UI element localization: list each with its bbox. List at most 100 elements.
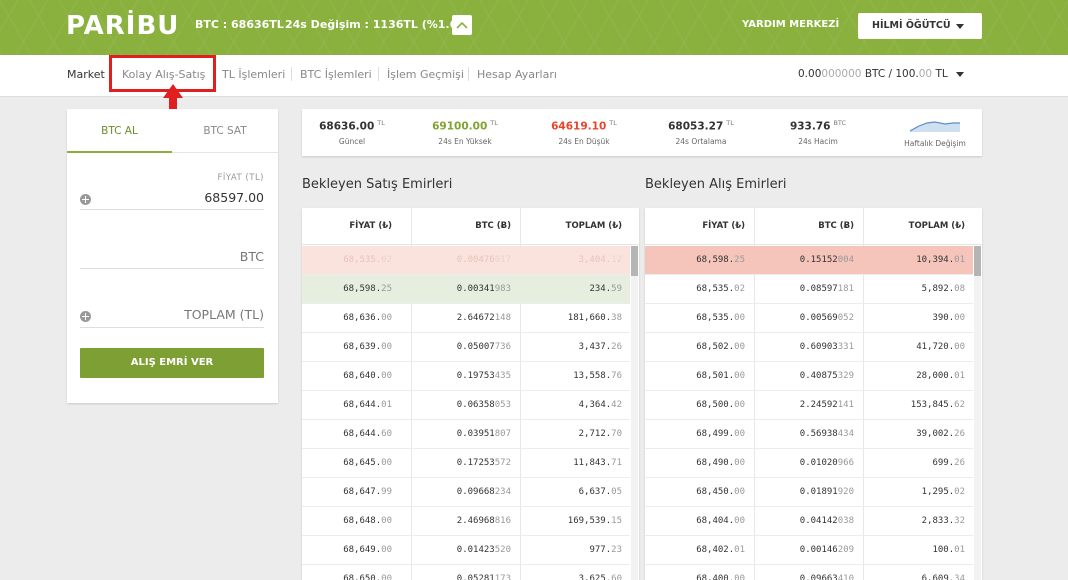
btc-cell: 0.60903331 (799, 342, 854, 352)
tab-btc-sell[interactable]: BTC SAT (172, 109, 278, 153)
table-row[interactable]: 68,450.00 0.01891920 1,295.02 (645, 478, 973, 507)
table-row[interactable]: 68,640.00 0.19753435 13,558.76 (302, 362, 630, 391)
table-row[interactable]: 68,502.00 0.60903331 41,720.00 (645, 333, 973, 362)
help-center-link[interactable]: YARDIM MERKEZİ (742, 19, 839, 30)
sparkline-icon (909, 121, 960, 132)
scrollbar-thumb[interactable] (631, 246, 638, 276)
price-cell: 68,501.00 (696, 371, 745, 381)
total-cell: 3,625.60 (578, 574, 622, 580)
table-row[interactable]: 68,650.00 0.05281173 3,625.60 (302, 565, 630, 580)
btc-cell: 0.19753435 (456, 371, 511, 381)
user-name: HİLMİ ÖĞÜTCÜ (872, 20, 951, 31)
btc-cell: 0.56938434 (799, 429, 854, 439)
table-row[interactable]: 68,645.00 0.17253572 11,843.71 (302, 449, 630, 478)
table-row[interactable]: 68,535.02 0.08597181 5,892.08 (645, 275, 973, 304)
stat-24h-volume: 933.76 BTC 24s Hacim (768, 119, 868, 146)
table-row[interactable]: 68,636.00 2.64672148 181,660.38 (302, 304, 630, 333)
column-price[interactable]: FİYAT (₺) (349, 221, 392, 231)
scrollbar[interactable] (631, 246, 638, 580)
plus-icon[interactable] (80, 194, 91, 205)
table-row[interactable]: 68,639.00 0.05007736 3,437.26 (302, 333, 630, 362)
table-header: FİYAT (₺) BTC (Ƀ) TOPLAM (₺) (645, 208, 982, 245)
column-total[interactable]: TOPLAM (₺) (566, 221, 622, 231)
btc-cell: 0.09663410 (799, 574, 854, 580)
caret-down-icon (956, 24, 964, 29)
column-price[interactable]: FİYAT (₺) (702, 221, 745, 231)
price-cell: 68,535.02 (696, 284, 745, 294)
plus-icon[interactable] (80, 311, 91, 322)
stat-24h-low: 64619.10 TL 24s En Düşük (534, 119, 634, 146)
table-header: FİYAT (₺) BTC (Ƀ) TOPLAM (₺) (302, 208, 639, 245)
table-row[interactable]: 68,598.25 0.15152004 10,394.01 (645, 246, 973, 275)
price-cell: 68,636.00 (343, 313, 392, 323)
btc-cell: 0.09668234 (456, 487, 511, 497)
price-cell: 68,644.01 (343, 400, 392, 410)
user-menu-button[interactable]: HİLMİ ÖĞÜTCÜ (858, 13, 982, 39)
table-row[interactable]: 68,535.00 0.00569052 390.00 (645, 304, 973, 333)
btc-cell: 0.01423520 (456, 545, 511, 555)
btc-cell: 0.40875329 (799, 371, 854, 381)
column-total[interactable]: TOPLAM (₺) (909, 221, 965, 231)
price-cell: 68,647.99 (343, 487, 392, 497)
table-row[interactable]: 68,535.02 0.00476017 3,404.12 (302, 246, 630, 275)
total-cell: 153,845.62 (910, 400, 965, 410)
place-buy-order-button[interactable]: ALIŞ EMRİ VER (80, 348, 264, 378)
table-row[interactable]: 68,648.00 2.46968816 169,539.15 (302, 507, 630, 536)
table-row[interactable]: 68,490.00 0.01020966 699.26 (645, 449, 973, 478)
buy-orders-table: FİYAT (₺) BTC (Ƀ) TOPLAM (₺) 68,598.25 0.… (645, 208, 982, 580)
scrollbar[interactable] (974, 246, 981, 580)
sell-orders-title: Bekleyen Satış Emirleri (302, 177, 453, 192)
nav-market[interactable]: Market (67, 68, 105, 81)
nav-account-settings[interactable]: Hesap Ayarları (477, 68, 557, 81)
table-row[interactable]: 68,400.00 0.09663410 6,609.34 (645, 565, 973, 580)
table-row[interactable]: 68,499.00 0.56938434 39,002.26 (645, 420, 973, 449)
top-bar: PARİBU BTC : 68636TL 24s Değişim : 1136T… (0, 0, 1068, 55)
table-row[interactable]: 68,501.00 0.40875329 28,000.01 (645, 362, 973, 391)
nav-btc-transactions[interactable]: BTC İşlemleri (300, 68, 372, 81)
total-cell: 390.00 (932, 313, 965, 323)
balance-dropdown[interactable]: 0.00000000 BTC / 100.00 TL (798, 68, 964, 80)
stat-label: 24s Hacim (798, 136, 838, 146)
total-cell: 181,660.38 (567, 313, 622, 323)
total-cell: 3,404.12 (578, 255, 622, 265)
nav-tl-transactions[interactable]: TL İşlemleri (222, 68, 285, 81)
column-btc[interactable]: BTC (Ƀ) (818, 221, 854, 231)
nav-divider (378, 67, 379, 81)
total-cell: 2,833.32 (921, 516, 965, 526)
price-cell: 68,535.02 (343, 255, 392, 265)
stat-label: Güncel (338, 136, 366, 146)
tab-btc-buy[interactable]: BTC AL (67, 109, 172, 153)
input-underline (80, 327, 264, 328)
table-row[interactable]: 68,598.25 0.00341983 234.59 (302, 275, 630, 304)
scrollbar-thumb[interactable] (974, 246, 981, 276)
column-btc[interactable]: BTC (Ƀ) (475, 221, 511, 231)
price-cell: 68,648.00 (343, 516, 392, 526)
stat-24h-high: 69100.00 TL 24s En Yüksek (415, 119, 515, 146)
btc-cell: 2.24592141 (799, 400, 854, 410)
btc-cell: 0.01020966 (799, 458, 854, 468)
btc-cell: 0.17253572 (456, 458, 511, 468)
table-row[interactable]: 68,649.00 0.01423520 977.23 (302, 536, 630, 565)
sell-orders-table: FİYAT (₺) BTC (Ƀ) TOPLAM (₺) 68,535.02 0.… (302, 208, 639, 580)
table-row[interactable]: 68,644.01 0.06358053 4,364.42 (302, 391, 630, 420)
btc-amount-input[interactable]: BTC (240, 249, 264, 264)
total-cell: 11,843.71 (573, 458, 622, 468)
stat-value: 69100.00 TL (432, 119, 498, 133)
weekly-change-chart[interactable]: Haftalık Değişim (885, 117, 985, 148)
btc-cell: 0.15152004 (799, 255, 854, 265)
price-cell: 68,639.00 (343, 342, 392, 352)
paribu-logo[interactable]: PARİBU (66, 11, 179, 41)
btc-price: BTC : 68636TL (195, 18, 284, 31)
table-row[interactable]: 68,404.00 0.04142038 2,833.32 (645, 507, 973, 536)
table-row[interactable]: 68,644.60 0.03951807 2,712.70 (302, 420, 630, 449)
table-row[interactable]: 68,402.01 0.00146209 100.01 (645, 536, 973, 565)
nav-history[interactable]: İşlem Geçmişi (387, 68, 464, 81)
collapse-button[interactable] (452, 15, 472, 35)
total-input[interactable]: TOPLAM (TL) (184, 307, 264, 322)
table-row[interactable]: 68,500.00 2.24592141 153,845.62 (645, 391, 973, 420)
price-input[interactable]: 68597.00 (204, 190, 264, 205)
table-row[interactable]: 68,647.99 0.09668234 6,637.05 (302, 478, 630, 507)
price-cell: 68,535.00 (696, 313, 745, 323)
market-stats: 68636.00 TL Güncel 69100.00 TL 24s En Yüks… (302, 109, 982, 156)
total-cell: 4,364.42 (578, 400, 622, 410)
